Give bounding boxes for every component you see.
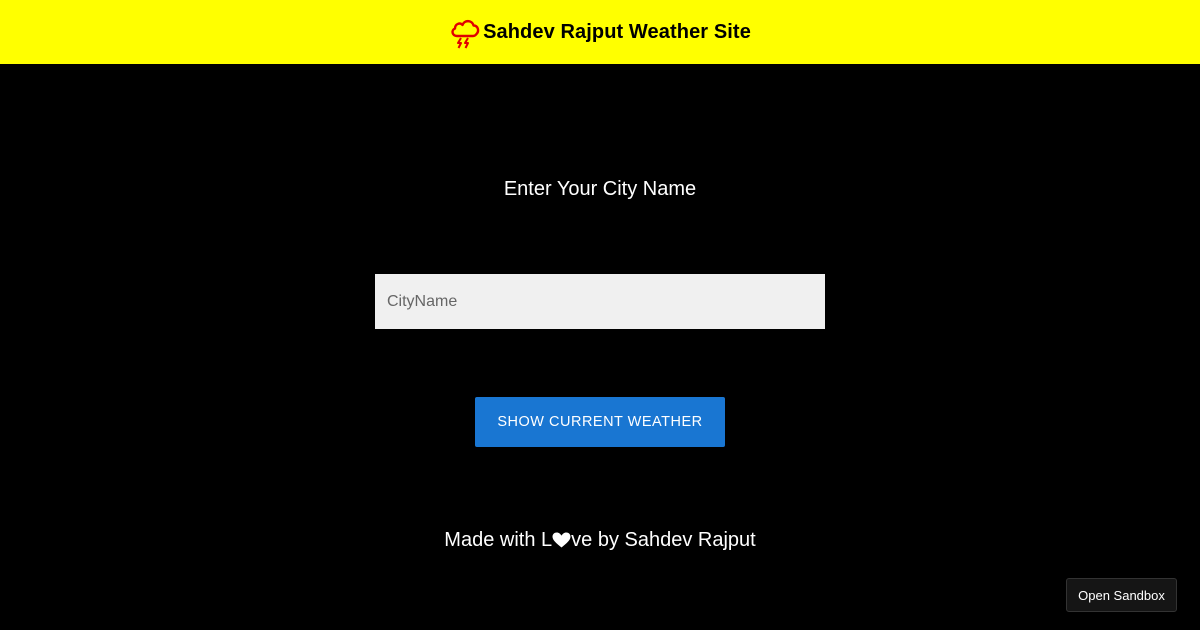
footer-text-after: ve by Sahdev Rajput [571, 529, 756, 551]
open-sandbox-button[interactable]: Open Sandbox [1066, 578, 1177, 612]
header-brand: Sahdev Rajput Weather Site [449, 15, 751, 49]
city-name-input[interactable] [375, 274, 825, 329]
footer-text-before: Made with L [444, 529, 553, 551]
footer-credit: Made with L ve by Sahdev Rajput [0, 529, 1200, 554]
city-prompt-label: Enter Your City Name [503, 178, 697, 200]
site-title: Sahdev Rajput Weather Site [483, 20, 751, 43]
site-header: Sahdev Rajput Weather Site [0, 0, 1200, 64]
show-current-weather-button[interactable]: SHOW CURRENT WEATHER [475, 397, 725, 447]
thunderstorm-cloud-icon [449, 15, 481, 49]
heart-icon [552, 531, 571, 554]
